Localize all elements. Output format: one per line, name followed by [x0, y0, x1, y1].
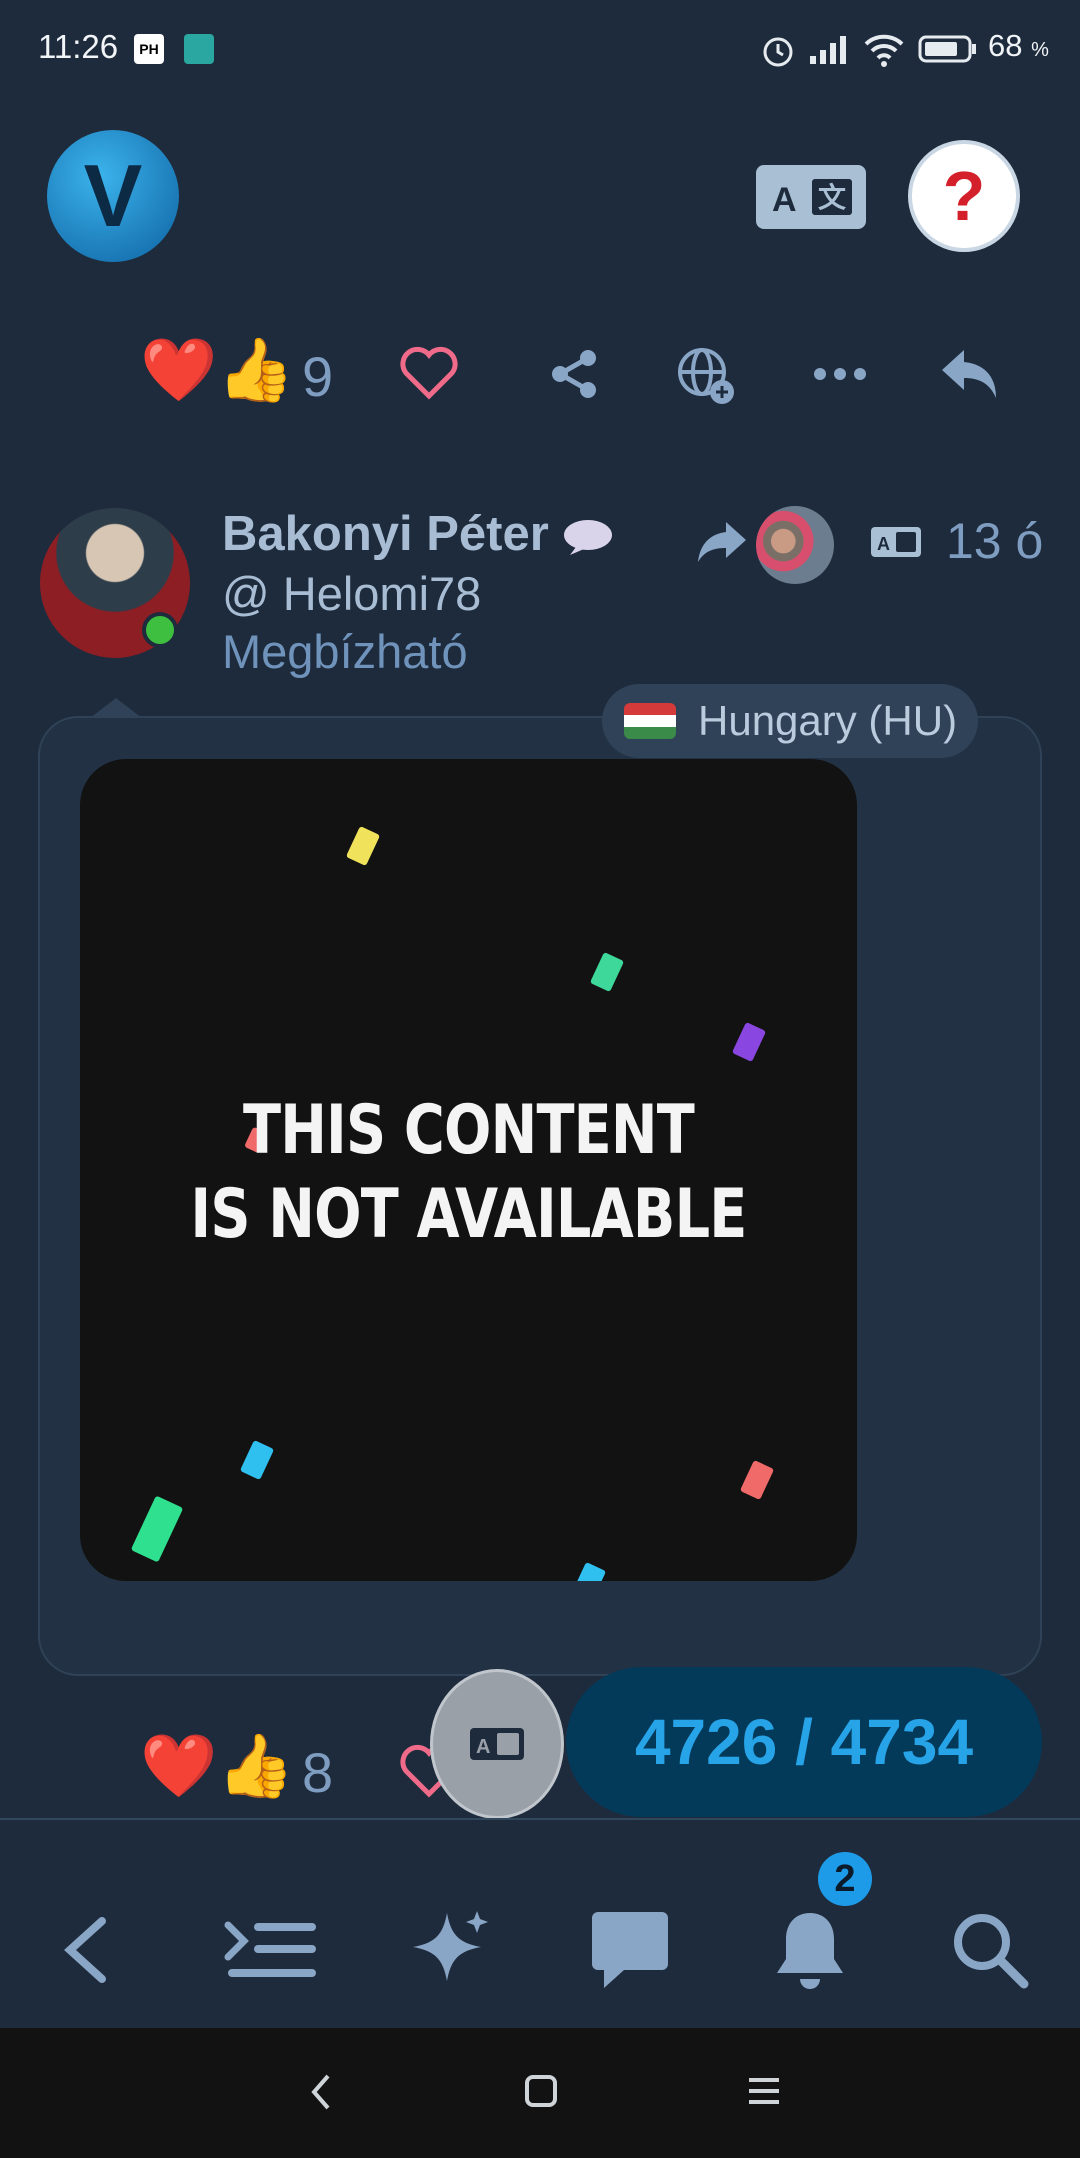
author-status: Megbízható: [222, 625, 468, 678]
reposter-avatar[interactable]: [756, 506, 834, 584]
wifi-icon: [864, 34, 904, 67]
more-icon[interactable]: [812, 364, 868, 384]
heart-outline-icon[interactable]: [398, 344, 460, 402]
reaction-count[interactable]: 8: [302, 1740, 333, 1805]
thread-icon: [224, 1921, 316, 1977]
globe-add-icon[interactable]: [676, 346, 736, 406]
confetti: [345, 825, 381, 867]
reaction-count[interactable]: 9: [302, 344, 333, 409]
confetti: [571, 1561, 607, 1581]
sparkle-icon: [413, 1911, 488, 1981]
signal-icon: [810, 36, 846, 64]
nav-messages[interactable]: [580, 1900, 680, 2000]
system-back-icon[interactable]: [306, 2070, 336, 2114]
confetti: [589, 951, 625, 993]
back-icon: [64, 1917, 106, 1983]
card-notch: [90, 698, 142, 718]
repost-icon[interactable]: [696, 518, 748, 564]
svg-text:A: A: [772, 181, 797, 219]
author-handle[interactable]: @ Helomi78: [222, 566, 481, 621]
translate-icon: A文: [772, 179, 852, 219]
share-icon[interactable]: [546, 346, 602, 402]
search-icon: [954, 1914, 1029, 1989]
svg-text:A: A: [476, 1736, 490, 1758]
media-unavailable-text: THIS CONTENT IS NOT AVAILABLE: [190, 1091, 747, 1254]
bottom-nav: [0, 1818, 1080, 2030]
battery-icon: [918, 35, 976, 63]
reaction-emojis[interactable]: ❤️👍: [140, 1736, 294, 1798]
translate-icon[interactable]: A: [870, 526, 922, 558]
post-media[interactable]: THIS CONTENT IS NOT AVAILABLE: [80, 759, 857, 1581]
reply-icon[interactable]: [938, 346, 1000, 402]
app-notification-icon: [184, 34, 214, 64]
status-time: 11:26: [38, 28, 119, 65]
system-menu-icon[interactable]: [746, 2076, 782, 2106]
ph-app-icon: PH: [134, 34, 164, 64]
svg-text:A: A: [877, 534, 890, 554]
confetti: [739, 1459, 775, 1501]
system-nav-bar: [0, 2028, 1080, 2158]
nav-threads[interactable]: [220, 1900, 320, 2000]
alarm-icon: [763, 37, 793, 67]
online-status-dot: [142, 612, 178, 648]
progress-counter[interactable]: 4726 / 4734: [566, 1667, 1042, 1817]
country-badge: Hungary (HU): [602, 684, 978, 758]
floating-translate-button[interactable]: A: [430, 1669, 564, 1819]
bell-icon: [777, 1913, 843, 1989]
svg-text:文: 文: [818, 181, 846, 213]
confetti: [731, 1021, 767, 1063]
help-avatar[interactable]: ?: [908, 140, 1020, 252]
post-time: 13 ó: [946, 513, 1044, 569]
speech-bubble-icon: [564, 520, 613, 556]
translate-button[interactable]: A文: [756, 165, 866, 229]
country-label: Hungary (HU): [698, 697, 958, 744]
notification-badge: 2: [818, 1852, 872, 1906]
chat-icon: [592, 1912, 668, 1988]
nav-search[interactable]: [940, 1900, 1040, 2000]
nav-discover[interactable]: [400, 1900, 500, 2000]
reaction-emojis[interactable]: ❤️👍: [140, 340, 294, 402]
system-home-icon[interactable]: [524, 2074, 558, 2108]
battery-percent: 68 %: [988, 28, 1049, 63]
author-name[interactable]: Bakonyi Péter: [222, 506, 614, 562]
nav-notifications[interactable]: [760, 1900, 860, 2000]
confetti: [239, 1439, 275, 1481]
hungary-flag-icon: [624, 703, 676, 739]
confetti: [130, 1495, 184, 1563]
translate-icon: A: [470, 1728, 524, 1760]
nav-back[interactable]: [38, 1900, 138, 2000]
app-logo[interactable]: V: [47, 130, 179, 262]
